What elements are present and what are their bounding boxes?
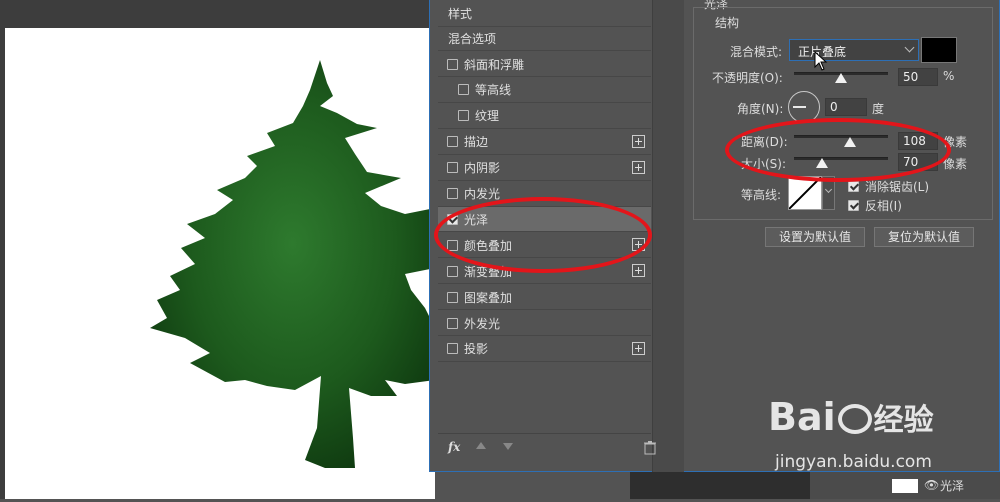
- blend-options-label: 混合选项: [448, 31, 497, 46]
- style-item-label: 等高线: [475, 83, 512, 98]
- opacity-slider-thumb[interactable]: [835, 73, 847, 83]
- style-item[interactable]: 描边: [438, 130, 651, 155]
- reset-default-button[interactable]: 复位为默认值: [874, 227, 974, 247]
- style-item-checkbox[interactable]: [447, 136, 458, 148]
- style-item-checkbox[interactable]: [458, 110, 469, 122]
- set-default-button[interactable]: 设置为默认值: [765, 227, 865, 247]
- opacity-input[interactable]: 50: [898, 68, 938, 86]
- style-item-label: 描边: [464, 135, 489, 150]
- style-item-checkbox[interactable]: [447, 162, 458, 174]
- structure-group-title: 结构: [712, 14, 743, 31]
- annotation-circle-satin: [434, 197, 652, 273]
- antialias-checkbox[interactable]: [848, 181, 859, 192]
- watermark-brand: Bai 经验: [768, 395, 934, 439]
- style-item-checkbox[interactable]: [447, 188, 458, 199]
- layer-thumbnail: [892, 479, 918, 493]
- mouse-cursor-icon: [814, 51, 828, 71]
- style-item-label: 外发光: [464, 316, 501, 331]
- move-up-icon[interactable]: [476, 442, 486, 449]
- invert-option[interactable]: 反相(I): [848, 197, 902, 214]
- style-item-checkbox[interactable]: [447, 317, 458, 329]
- style-item[interactable]: 外发光: [438, 311, 651, 336]
- blend-mode-select[interactable]: 正片叠底: [789, 39, 919, 61]
- eye-icon[interactable]: 👁: [924, 478, 939, 492]
- style-item[interactable]: 投影: [438, 337, 651, 362]
- angle-input[interactable]: 0: [825, 98, 867, 116]
- style-item-label: 斜面和浮雕: [464, 57, 525, 72]
- add-effect-plus-icon[interactable]: [632, 264, 645, 278]
- opacity-label: 不透明度(O):: [712, 71, 783, 85]
- add-effect-plus-icon[interactable]: [632, 341, 645, 355]
- styles-header[interactable]: 样式: [438, 0, 651, 27]
- panel-divider: [652, 0, 684, 473]
- style-item-label: 内阴影: [464, 161, 501, 176]
- document-canvas[interactable]: [5, 28, 435, 499]
- style-item-checkbox[interactable]: [447, 343, 458, 355]
- style-item[interactable]: 图案叠加: [438, 285, 651, 311]
- invert-checkbox[interactable]: [848, 200, 859, 211]
- angle-unit: 度: [872, 102, 885, 116]
- blend-options-item[interactable]: 混合选项: [438, 26, 651, 51]
- style-item-label: 图案叠加: [464, 290, 513, 305]
- watermark-url: jingyan.baidu.com: [775, 452, 932, 472]
- layer-effect-name: 光泽: [940, 479, 965, 493]
- style-item[interactable]: 等高线: [438, 78, 651, 103]
- opacity-unit: %: [943, 69, 955, 83]
- style-item-checkbox[interactable]: [447, 58, 458, 70]
- styles-header-label: 样式: [448, 6, 473, 21]
- style-item-checkbox[interactable]: [458, 84, 469, 96]
- style-item-label: 投影: [464, 342, 489, 357]
- invert-label: 反相(I): [865, 199, 902, 213]
- add-effect-plus-icon[interactable]: [632, 160, 645, 174]
- style-item-label: 纹理: [475, 109, 500, 124]
- style-item-label: 内发光: [464, 187, 501, 201]
- chevron-down-icon: [904, 42, 915, 53]
- paw-icon: [837, 404, 872, 434]
- style-item[interactable]: 斜面和浮雕: [438, 52, 651, 77]
- fx-menu-button[interactable]: fx: [448, 440, 460, 454]
- color-swatch[interactable]: [921, 37, 957, 63]
- angle-label: 角度(N):: [737, 102, 784, 116]
- style-item[interactable]: 纹理: [438, 104, 651, 129]
- style-list-footer: fx: [438, 433, 656, 464]
- contour-label: 等高线:: [741, 188, 782, 202]
- pine-tree-image: [150, 60, 435, 468]
- style-item[interactable]: 内阴影: [438, 156, 651, 181]
- style-item-checkbox[interactable]: [447, 291, 458, 303]
- antialias-label: 消除锯齿(L): [865, 180, 930, 194]
- document-canvas-area: [0, 0, 435, 499]
- move-down-icon[interactable]: [503, 443, 513, 450]
- add-effect-plus-icon[interactable]: [632, 134, 645, 148]
- annotation-circle-distance-size: [725, 118, 951, 182]
- style-item-checkbox[interactable]: [447, 265, 458, 277]
- trash-icon[interactable]: [644, 441, 656, 455]
- blend-mode-label: 混合模式:: [730, 45, 783, 59]
- layers-panel-strip: 👁 光泽: [810, 472, 1000, 499]
